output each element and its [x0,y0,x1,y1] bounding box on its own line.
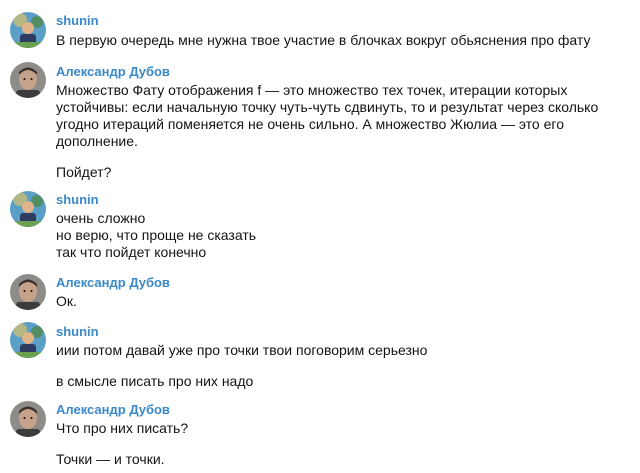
message-text: в смысле писать про них надо [56,373,254,389]
author-name[interactable]: Александр Дубов [56,64,170,79]
dubov-avatar[interactable] [10,274,46,310]
author-name[interactable]: shunin [56,13,99,28]
message-text: В первую очередь мне нужна твое участие … [56,32,591,48]
shunin-avatar[interactable] [10,191,46,227]
message-text: Ок. [56,293,77,309]
message-text: Что про них писать? [56,420,189,436]
message-text: угодно итераций поменяется не очень силь… [56,116,564,132]
shunin-avatar[interactable] [10,322,46,358]
author-name[interactable]: shunin [56,324,99,339]
author-name[interactable]: shunin [56,192,99,207]
message-text: иии потом давай уже про точки твои погов… [56,342,428,358]
dubov-avatar[interactable] [10,401,46,437]
message-text: Пойдет? [56,164,112,180]
message-text: так что пойдет конечно [56,244,207,260]
message-text: очень сложно [56,210,146,226]
author-name[interactable]: Александр Дубов [56,275,170,290]
message-text: дополнение. [56,133,138,149]
message-text: Точки — и точки. [56,451,165,467]
author-name[interactable]: Александр Дубов [56,402,170,417]
dubov-avatar[interactable] [10,62,46,98]
message-text: устойчивы: если начальную точку чуть-чут… [56,99,599,115]
shunin-avatar[interactable] [10,12,46,48]
message-text: но верю, что проще не сказать [56,227,257,243]
message-text: Множество Фату отображения f — это множе… [56,82,568,98]
